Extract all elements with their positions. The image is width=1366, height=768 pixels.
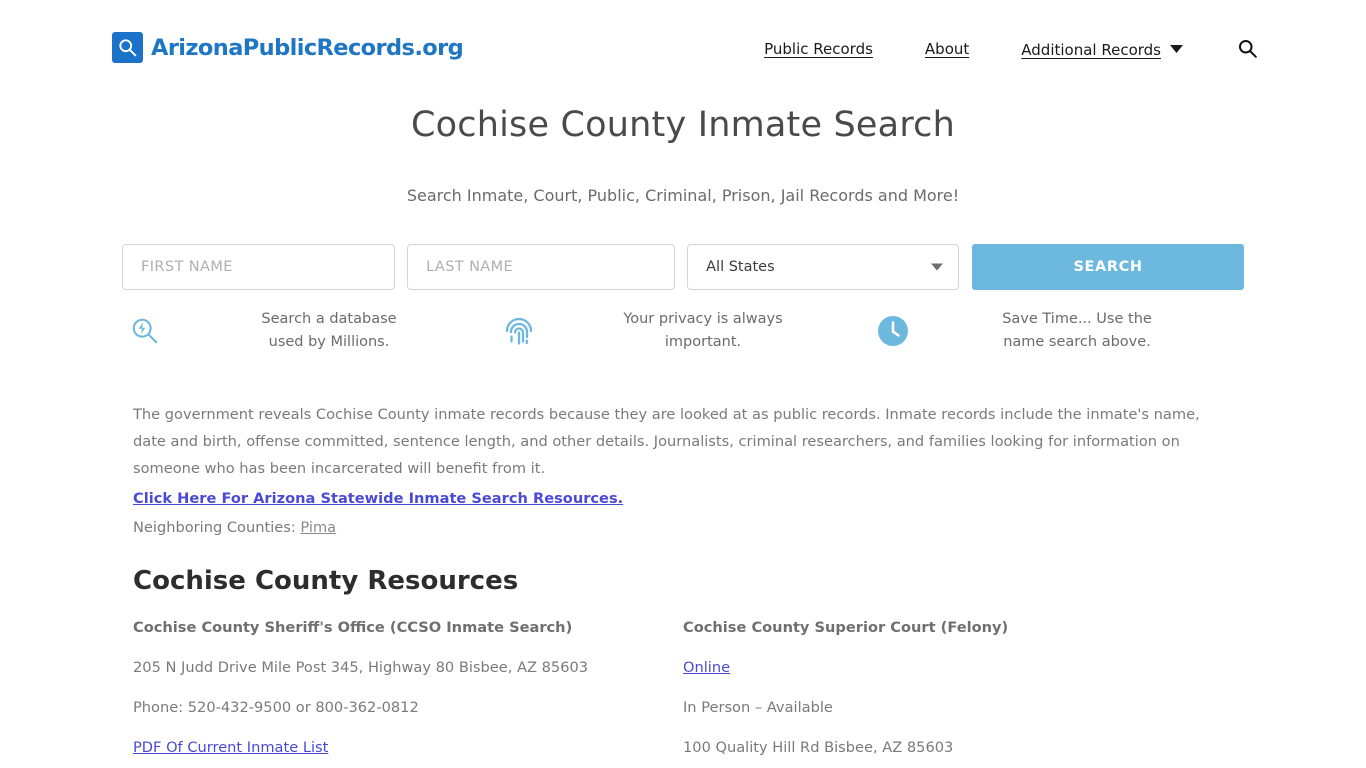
resource-phone: Phone: 520-432-9500 or 800-362-0812 bbox=[133, 699, 419, 716]
records-search-form: All States SEARCH bbox=[122, 244, 1244, 290]
fingerprint-icon bbox=[496, 315, 542, 347]
site-logo-text: ArizonaPublicRecords.org bbox=[151, 34, 464, 61]
resource-column-superior-court: Cochise County Superior Court (Felony) O… bbox=[683, 619, 1233, 768]
main-nav: Public Records About Additional Records bbox=[738, 38, 1258, 59]
chevron-down-icon bbox=[1170, 39, 1183, 57]
last-name-input[interactable] bbox=[407, 244, 676, 290]
nav-item-additional-records-label: Additional Records bbox=[1021, 40, 1161, 59]
state-select-value: All States bbox=[706, 259, 775, 275]
page-subtitle: Search Inmate, Court, Public, Criminal, … bbox=[406, 186, 960, 205]
resource-column-sheriff: Cochise County Sheriff's Office (CCSO In… bbox=[133, 619, 683, 768]
neighboring-counties-label: Neighboring Counties: bbox=[133, 519, 301, 536]
nav-item-additional-records[interactable]: Additional Records bbox=[995, 39, 1209, 59]
magnifier-square-logo-icon bbox=[112, 32, 143, 63]
trust-badge-line1: Search a database bbox=[261, 311, 397, 327]
page-root: ArizonaPublicRecords.org Public Records … bbox=[0, 0, 1366, 768]
resource-address: 205 N Judd Drive Mile Post 345, Highway … bbox=[133, 659, 589, 676]
in-person-availability: In Person – Available bbox=[683, 699, 833, 716]
search-button[interactable]: SEARCH bbox=[972, 244, 1244, 290]
chevron-down-icon bbox=[931, 263, 944, 271]
court-address: 100 Quality Hill Rd Bisbee, AZ 85603 bbox=[683, 739, 954, 756]
resources-heading: Cochise County Resources bbox=[133, 566, 519, 596]
intro-paragraph: The government reveals Cochise County in… bbox=[133, 406, 1200, 477]
page-title: Cochise County Inmate Search bbox=[411, 105, 955, 145]
trust-badge-text: Save Time... Use the name search above. bbox=[916, 308, 1244, 353]
trust-badge-line2: important. bbox=[664, 333, 742, 350]
nav-item-public-records[interactable]: Public Records bbox=[738, 40, 899, 58]
magnifier-bolt-icon bbox=[122, 316, 168, 346]
trust-badge-text: Your privacy is always important. bbox=[542, 308, 870, 353]
pdf-inmate-list-link[interactable]: PDF Of Current Inmate List bbox=[133, 739, 683, 756]
resources-columns: Cochise County Sheriff's Office (CCSO In… bbox=[133, 619, 1233, 768]
trust-badge-line1: Your privacy is always bbox=[623, 311, 783, 327]
first-name-input[interactable] bbox=[122, 244, 396, 290]
links-block: Click Here For Arizona Statewide Inmate … bbox=[133, 489, 623, 538]
state-select[interactable]: All States bbox=[687, 244, 960, 290]
trust-badge: Search a database used by Millions. bbox=[122, 308, 496, 353]
trust-badge-line1: Save Time... Use the bbox=[1002, 311, 1152, 327]
neighboring-county-link-pima[interactable]: Pima bbox=[300, 519, 336, 536]
trust-badge-line2: name search above. bbox=[1003, 333, 1151, 350]
search-icon[interactable] bbox=[1237, 38, 1258, 59]
trust-badge: Save Time... Use the name search above. bbox=[870, 308, 1244, 353]
state-select-wrapper: All States bbox=[687, 244, 960, 290]
resource-column-heading: Cochise County Superior Court (Felony) bbox=[683, 619, 1009, 636]
resource-column-heading: Cochise County Sheriff's Office (CCSO In… bbox=[133, 619, 573, 636]
statewide-resources-link[interactable]: Click Here For Arizona Statewide Inmate … bbox=[133, 489, 623, 509]
trust-badge-line2: used by Millions. bbox=[268, 333, 390, 350]
nav-item-about[interactable]: About bbox=[899, 40, 995, 58]
clock-icon bbox=[870, 315, 916, 347]
online-link[interactable]: Online bbox=[683, 659, 1233, 676]
trust-badge-text: Search a database used by Millions. bbox=[168, 308, 496, 353]
trust-badges: Search a database used by Millions. Your… bbox=[122, 308, 1244, 353]
trust-badge: Your privacy is always important. bbox=[496, 308, 870, 353]
site-header: ArizonaPublicRecords.org Public Records … bbox=[0, 0, 1366, 100]
site-logo[interactable]: ArizonaPublicRecords.org bbox=[112, 32, 464, 63]
neighboring-counties: Neighboring Counties: Pima bbox=[133, 518, 623, 538]
